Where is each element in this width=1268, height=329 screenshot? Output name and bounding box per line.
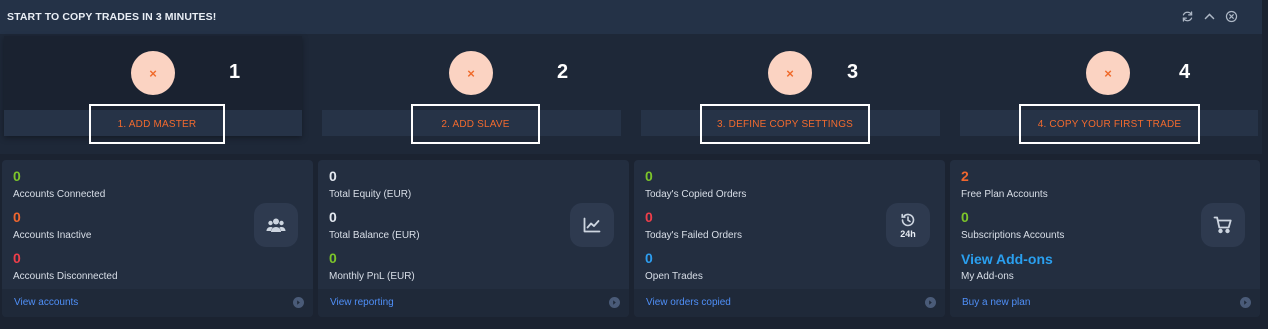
onboarding-header: START TO COPY TRADES IN 3 MINUTES! xyxy=(0,0,1262,34)
total-equity-label: Total Equity (EUR) xyxy=(329,189,412,200)
accounts-inactive-label: Accounts Inactive xyxy=(13,230,92,241)
view-accounts-link[interactable]: View accounts xyxy=(14,297,78,308)
arrow-right-icon[interactable] xyxy=(609,297,620,308)
step-3-define-copy-settings-button[interactable]: 3. DEFINE COPY SETTINGS xyxy=(700,104,870,144)
step-4-copy-first-trade-button[interactable]: 4. COPY YOUR FIRST TRADE xyxy=(1019,104,1200,144)
orders-card: 0 Today's Copied Orders 0 Today's Failed… xyxy=(634,160,945,317)
accounts-card: 0 Accounts Connected 0 Accounts Inactive… xyxy=(2,160,313,317)
total-balance-label: Total Balance (EUR) xyxy=(329,230,420,241)
subscriptions-accounts-value: 0 xyxy=(961,209,969,225)
step-1-number: 1 xyxy=(229,61,241,83)
step-2-status-icon: × xyxy=(449,51,493,95)
step-3-number: 3 xyxy=(847,61,859,83)
accounts-disconnected-label: Accounts Disconnected xyxy=(13,271,118,282)
copy-trades-dashboard: START TO COPY TRADES IN 3 MINUTES! × 1 1… xyxy=(0,0,1268,329)
cart-icon xyxy=(1201,203,1245,247)
step-3-status-icon: × xyxy=(768,51,812,95)
step-1-add-master-button[interactable]: 1. ADD MASTER xyxy=(89,104,225,144)
close-circle-icon[interactable] xyxy=(1224,9,1238,23)
accounts-card-footer: View accounts xyxy=(2,289,313,317)
step-1-status-icon: × xyxy=(131,51,175,95)
step-4-status-icon: × xyxy=(1086,51,1130,95)
step-4-number: 4 xyxy=(1179,61,1191,83)
my-addons-label: My Add-ons xyxy=(961,271,1014,282)
failed-orders-value: 0 xyxy=(645,209,653,225)
view-reporting-link[interactable]: View reporting xyxy=(330,297,394,308)
monthly-pnl-value: 0 xyxy=(329,250,337,266)
accounts-inactive-value: 0 xyxy=(13,209,21,225)
step-2-number: 2 xyxy=(557,61,569,83)
equity-card-footer: View reporting xyxy=(318,289,629,317)
refresh-icon[interactable] xyxy=(1180,9,1194,23)
total-balance-value: 0 xyxy=(329,209,337,225)
accounts-disconnected-value: 0 xyxy=(13,250,21,266)
header-actions xyxy=(1180,9,1238,23)
copied-orders-label: Today's Copied Orders xyxy=(645,189,747,200)
view-orders-copied-link[interactable]: View orders copied xyxy=(646,297,731,308)
plan-card-footer: Buy a new plan xyxy=(950,289,1260,317)
history-icon: 24h xyxy=(886,203,930,247)
buy-new-plan-link[interactable]: Buy a new plan xyxy=(962,297,1030,308)
free-plan-accounts-label: Free Plan Accounts xyxy=(961,189,1048,200)
chevron-up-icon[interactable] xyxy=(1202,9,1216,23)
onboarding-title: START TO COPY TRADES IN 3 MINUTES! xyxy=(7,11,217,23)
users-icon xyxy=(254,203,298,247)
step-2-add-slave-button[interactable]: 2. ADD SLAVE xyxy=(411,104,540,144)
view-addons-link[interactable]: View Add-ons xyxy=(961,251,1053,267)
free-plan-accounts-value: 2 xyxy=(961,168,969,184)
open-trades-value: 0 xyxy=(645,250,653,266)
arrow-right-icon[interactable] xyxy=(293,297,304,308)
total-equity-value: 0 xyxy=(329,168,337,184)
subscriptions-accounts-label: Subscriptions Accounts xyxy=(961,230,1065,241)
badge-24h-label: 24h xyxy=(900,228,916,239)
accounts-connected-label: Accounts Connected xyxy=(13,189,106,200)
arrow-right-icon[interactable] xyxy=(1240,297,1251,308)
copied-orders-value: 0 xyxy=(645,168,653,184)
orders-card-footer: View orders copied xyxy=(634,289,945,317)
chart-line-icon xyxy=(570,203,614,247)
monthly-pnl-label: Monthly PnL (EUR) xyxy=(329,271,415,282)
accounts-connected-value: 0 xyxy=(13,168,21,184)
plan-card: 2 Free Plan Accounts 0 Subscriptions Acc… xyxy=(950,160,1260,317)
failed-orders-label: Today's Failed Orders xyxy=(645,230,742,241)
equity-card: 0 Total Equity (EUR) 0 Total Balance (EU… xyxy=(318,160,629,317)
arrow-right-icon[interactable] xyxy=(925,297,936,308)
open-trades-label: Open Trades xyxy=(645,271,703,282)
